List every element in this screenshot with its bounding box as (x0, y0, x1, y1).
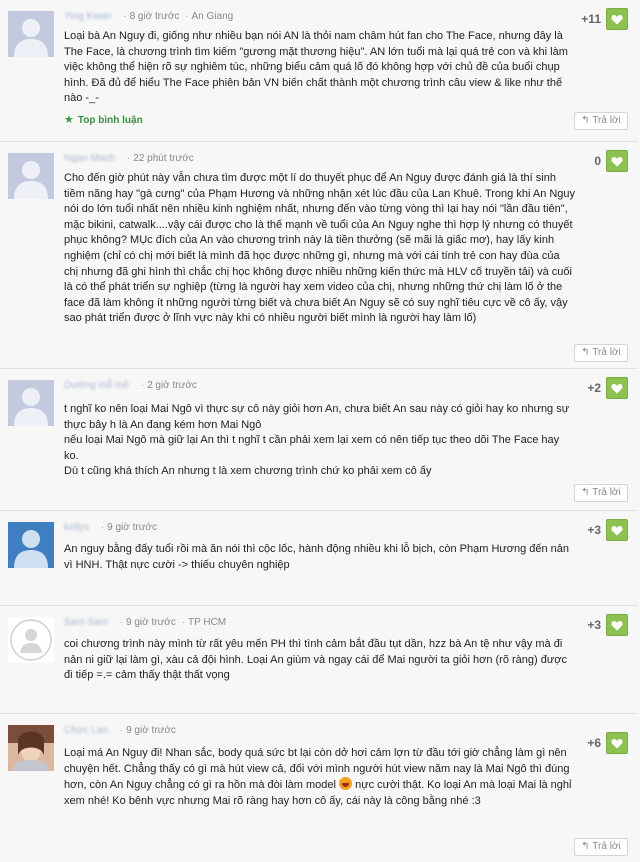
like-button[interactable] (606, 732, 628, 754)
vote-box: +6 (587, 732, 628, 754)
avatar[interactable] (8, 725, 54, 771)
like-button[interactable] (606, 519, 628, 541)
vote-box: 0 (594, 150, 628, 172)
vote-box: +11 (581, 8, 628, 30)
heart-icon (611, 738, 623, 748)
vote-count: 0 (594, 154, 601, 168)
author-name[interactable]: Ngan Mach (64, 153, 115, 164)
vote-count: +6 (587, 736, 601, 750)
avatar[interactable] (8, 617, 54, 663)
comment-location: TP HCM (187, 617, 227, 628)
comment-line: Dù t cũng khá thích An nhưng t là xem ch… (64, 465, 432, 478)
comment-text: coi chương trình này mình từ rất yêu mến… (64, 638, 567, 682)
reply-icon: ↰ (581, 487, 593, 498)
blue-avatar-icon (8, 522, 54, 568)
heart-icon (611, 383, 623, 393)
vote-count: +3 (587, 523, 601, 537)
reply-icon: ↰ (581, 115, 593, 126)
top-comment-label: Top bình luận (77, 115, 143, 126)
reply-icon: ↰ (581, 347, 593, 358)
vote-box: +3 (587, 519, 628, 541)
avatar[interactable] (8, 11, 54, 57)
comment-time: 8 giờ trước (129, 11, 180, 22)
comment: Dường mỗ mê · 2 giờ trước +2 t nghĩ ko nê… (0, 369, 638, 511)
vote-box: +2 (587, 377, 628, 399)
author-name[interactable]: Dường mỗ mê (64, 380, 129, 391)
comment-time: 9 giờ trước (126, 725, 176, 736)
like-button[interactable] (606, 614, 628, 636)
avatar[interactable] (8, 153, 54, 199)
heart-icon (611, 14, 623, 24)
star-icon: ★ (64, 114, 74, 126)
comment: Chức Lan · 9 giờ trước +6 Loại má An Nguy… (0, 714, 638, 862)
heart-icon (611, 525, 623, 535)
default-avatar-icon (8, 153, 54, 199)
avatar[interactable] (8, 522, 54, 568)
comment: kellys · 9 giờ trước +3 An nguy bằng đấy … (0, 511, 638, 606)
reply-button[interactable]: ↰ Trả lời (574, 112, 628, 130)
top-comment-badge: ★ Top bình luận (64, 113, 143, 126)
default-avatar-icon (8, 380, 54, 426)
comment-text: Loại má An Nguy đi! Nhan sắc, body quá s… (64, 746, 576, 809)
reply-button[interactable]: ↰ Trả lời (574, 484, 628, 502)
reply-icon: ↰ (581, 841, 593, 852)
comment-meta: kellys · 9 giờ trước (64, 522, 157, 533)
avatar[interactable] (8, 380, 54, 426)
like-button[interactable] (606, 377, 628, 399)
comment-location: An Giang (191, 11, 234, 22)
author-name[interactable]: kellys (64, 522, 89, 533)
vote-count: +2 (587, 381, 601, 395)
user-silhouette-icon (8, 617, 54, 663)
comment-time: 2 giờ trước (147, 380, 197, 391)
comment-time: 9 giờ trước (107, 522, 157, 533)
heart-icon (611, 620, 623, 630)
comment-meta: Ngan Mach · 22 phút trước (64, 153, 194, 164)
author-name[interactable]: Chức Lan (64, 725, 108, 736)
comment-meta: Sam Sam · 9 giờ trước · TP HCM (64, 617, 227, 628)
like-button[interactable] (606, 150, 628, 172)
comment-text: Loại bà An Nguy đi, giống như nhiều bạn … (64, 30, 568, 105)
laughing-emoji-icon (339, 777, 353, 791)
vote-box: +3 (587, 614, 628, 636)
reply-button[interactable]: ↰ Trả lời (574, 838, 628, 856)
vote-count: +3 (587, 618, 601, 632)
comment-time: 22 phút trước (133, 153, 194, 164)
default-avatar-icon (8, 11, 54, 57)
author-name[interactable]: Sam Sam (64, 617, 108, 628)
comment-text: t nghĩ ko nên loại Mai Ngô vì thực sự cô… (64, 402, 576, 480)
comment-meta: Dường mỗ mê · 2 giờ trước (64, 380, 197, 391)
comment: Sam Sam · 9 giờ trước · TP HCM +3 coi chươ… (0, 606, 638, 714)
comment-line: nếu loại Mai Ngô mà giữ lại An thì t ngh… (64, 434, 560, 462)
comment-line: t nghĩ ko nên loại Mai Ngô vì thực sự cô… (64, 403, 570, 431)
comment: Ying Kwan · 8 giờ trước · An Giang +11 Loạ… (0, 0, 638, 142)
comment-time: 9 giờ trước (126, 617, 176, 628)
profile-photo-icon (8, 725, 54, 771)
heart-icon (611, 156, 623, 166)
comment-text: Cho đến giờ phút này vẫn chưa tìm được m… (64, 172, 576, 325)
comment-meta: Ying Kwan · 8 giờ trước · An Giang (64, 11, 234, 22)
author-name[interactable]: Ying Kwan (64, 11, 111, 22)
comment-text: An nguy bằng đấy tuổi rồi mà ăn nói thì … (64, 543, 570, 571)
vote-count: +11 (581, 12, 601, 26)
comment-meta: Chức Lan · 9 giờ trước (64, 725, 176, 736)
reply-button[interactable]: ↰ Trả lời (574, 344, 628, 362)
comment: Ngan Mach · 22 phút trước 0 Cho đến giờ p… (0, 142, 638, 369)
like-button[interactable] (606, 8, 628, 30)
